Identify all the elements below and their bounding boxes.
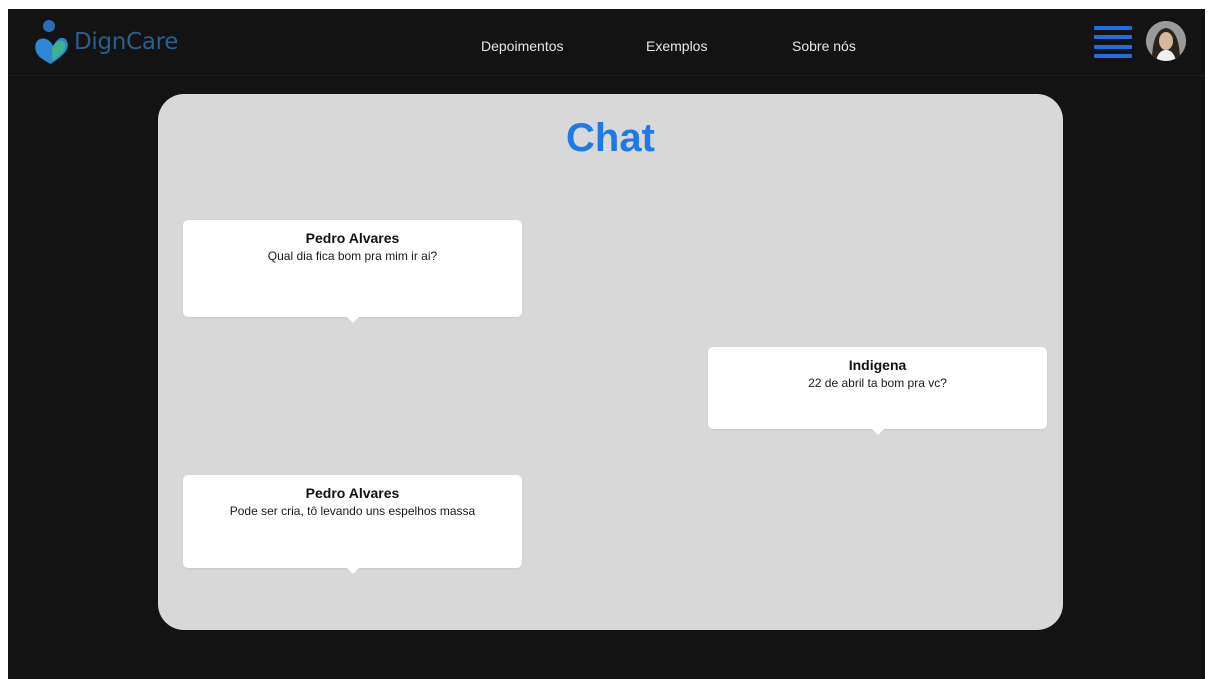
message-sender: Indigena bbox=[848, 357, 907, 373]
message-sender: Pedro Alvares bbox=[305, 485, 400, 501]
chat-panel: Chat Pedro Alvares Qual dia fica bom pra… bbox=[158, 94, 1063, 630]
brand-logo-link[interactable]: DignCare bbox=[32, 16, 178, 68]
nav-sobre-nos[interactable]: Sobre nós bbox=[792, 38, 856, 54]
nav-depoimentos[interactable]: Depoimentos bbox=[481, 38, 564, 54]
chat-title: Chat bbox=[566, 116, 655, 160]
user-avatar[interactable] bbox=[1146, 21, 1186, 61]
menu-line bbox=[1094, 26, 1132, 30]
message-text: Qual dia fica bom pra mim ir ai? bbox=[267, 249, 438, 263]
message-sender: Pedro Alvares bbox=[305, 230, 400, 246]
hamburger-menu-icon[interactable] bbox=[1094, 26, 1134, 58]
heart-figure-logo-icon bbox=[35, 20, 68, 64]
message-text: Pode ser cria, tô levando uns espelhos m… bbox=[229, 504, 476, 518]
menu-line bbox=[1094, 35, 1132, 40]
brand-name: DignCare bbox=[74, 29, 179, 55]
nav-exemplos[interactable]: Exemplos bbox=[646, 38, 707, 54]
top-navbar: DignCare Depoimentos Exemplos Sobre nós bbox=[8, 9, 1205, 76]
chat-message: Indigena 22 de abril ta bom pra vc? bbox=[708, 347, 1047, 435]
chat-message: Pedro Alvares Qual dia fica bom pra mim … bbox=[183, 220, 522, 323]
menu-line bbox=[1094, 44, 1132, 49]
message-text: 22 de abril ta bom pra vc? bbox=[808, 376, 947, 390]
chat-message: Pedro Alvares Pode ser cria, tô levando … bbox=[183, 475, 522, 574]
avatar-photo-icon bbox=[1146, 21, 1186, 61]
app-frame: DignCare Depoimentos Exemplos Sobre nós … bbox=[8, 9, 1205, 679]
menu-line bbox=[1094, 53, 1132, 58]
